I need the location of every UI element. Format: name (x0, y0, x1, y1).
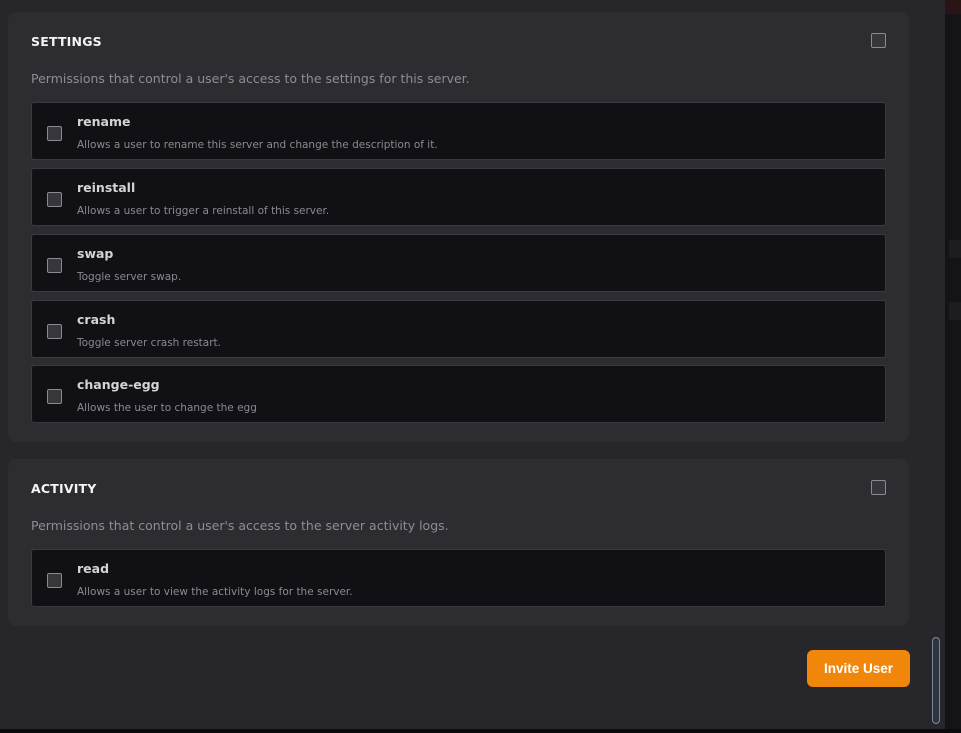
permission-name: change-egg (77, 377, 160, 392)
invite-user-button[interactable]: Invite User (807, 650, 910, 687)
background-page-edge (945, 0, 961, 733)
permission-name: crash (77, 312, 116, 327)
scrollbar-thumb[interactable] (932, 637, 940, 724)
permission-name: swap (77, 246, 114, 261)
permission-row-rename[interactable]: rename Allows a user to rename this serv… (31, 102, 886, 160)
permission-description: Allows the user to change the egg (77, 402, 257, 414)
permission-checkbox[interactable] (47, 389, 62, 404)
permission-description: Toggle server crash restart. (77, 337, 222, 349)
permission-checkbox[interactable] (47, 573, 62, 588)
section-title: SETTINGS (31, 34, 102, 49)
permission-description: Allows a user to trigger a reinstall of … (77, 205, 330, 217)
permission-row-reinstall[interactable]: reinstall Allows a user to trigger a rei… (31, 168, 886, 226)
permission-description: Allows a user to rename this server and … (77, 139, 438, 151)
permission-name: read (77, 561, 110, 576)
select-all-settings-checkbox[interactable] (871, 33, 886, 48)
settings-permission-section: SETTINGS Permissions that control a user… (8, 12, 909, 442)
section-description: Permissions that control a user's access… (31, 518, 449, 533)
permission-description: Toggle server swap. (77, 271, 182, 283)
permission-checkbox[interactable] (47, 192, 62, 207)
permission-row-read[interactable]: read Allows a user to view the activity … (31, 549, 886, 607)
permissions-modal: SETTINGS Permissions that control a user… (0, 0, 945, 729)
background-page-edge-bottom (0, 729, 961, 733)
permission-name: reinstall (77, 180, 136, 195)
permission-name: rename (77, 114, 131, 129)
section-title: ACTIVITY (31, 481, 97, 496)
permission-row-change-egg[interactable]: change-egg Allows the user to change the… (31, 365, 886, 423)
select-all-activity-checkbox[interactable] (871, 480, 886, 495)
permission-checkbox[interactable] (47, 324, 62, 339)
activity-permission-section: ACTIVITY Permissions that control a user… (8, 459, 909, 626)
permission-checkbox[interactable] (47, 126, 62, 141)
permission-row-crash[interactable]: crash Toggle server crash restart. (31, 300, 886, 358)
section-description: Permissions that control a user's access… (31, 71, 470, 86)
permission-description: Allows a user to view the activity logs … (77, 586, 353, 598)
permission-checkbox[interactable] (47, 258, 62, 273)
permission-row-swap[interactable]: swap Toggle server swap. (31, 234, 886, 292)
